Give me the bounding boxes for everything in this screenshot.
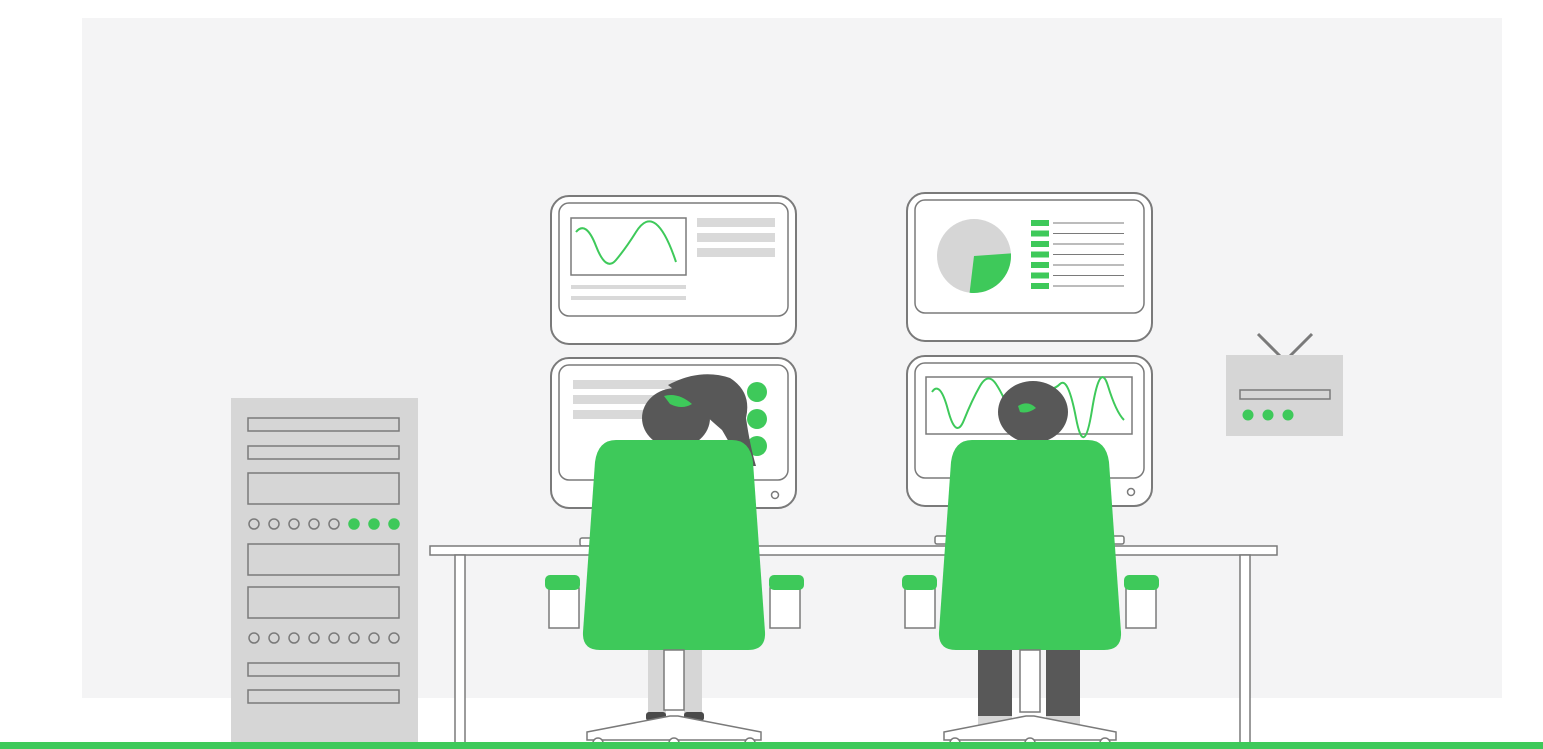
left-upper-monitor <box>550 195 797 345</box>
router-indicator-light <box>1262 409 1274 421</box>
illustration-canvas <box>0 0 1543 749</box>
monitoring-scene-illustration <box>0 18 1543 749</box>
indicator-light-on <box>388 518 400 530</box>
router-indicator-light <box>1282 409 1294 421</box>
pie-chart-icon <box>937 219 1011 293</box>
floor-line <box>0 742 1543 749</box>
router-indicator-light <box>1242 409 1254 421</box>
legend-swatch <box>1031 230 1049 237</box>
server-rack-icon <box>231 398 418 749</box>
legend-swatch <box>1031 272 1049 279</box>
status-indicator <box>747 409 767 429</box>
legend-swatch <box>1031 220 1049 226</box>
legend-swatch <box>1031 283 1049 289</box>
legend-swatch <box>1031 241 1049 247</box>
legend-swatch <box>1031 262 1049 268</box>
indicator-light-on <box>348 518 360 530</box>
router-indicator-row <box>1242 409 1294 421</box>
right-upper-monitor <box>906 192 1153 342</box>
legend-swatch <box>1031 251 1049 258</box>
wave-chart-icon <box>570 217 687 276</box>
status-indicator <box>747 382 767 402</box>
indicator-light-on <box>368 518 380 530</box>
